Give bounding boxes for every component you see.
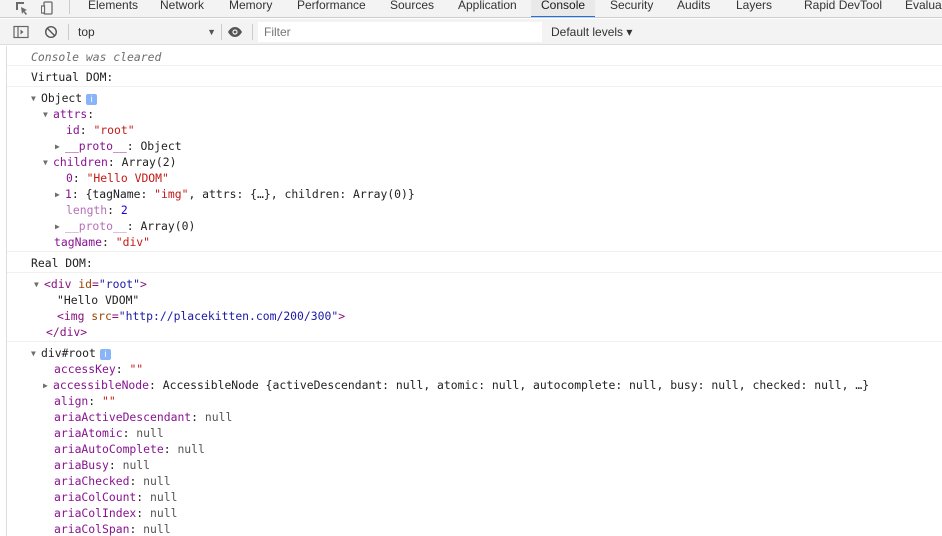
inspect-element-icon[interactable] (14, 0, 30, 16)
dom-close-div: </div> (46, 325, 88, 339)
filter-input[interactable] (258, 22, 542, 42)
console-toolbar: top ▼ Default levels ▾ (0, 19, 942, 45)
tabbar-separator (69, 0, 70, 14)
message-divider (7, 272, 942, 273)
tab-sources[interactable]: Sources (388, 0, 436, 17)
expanded-triangle-icon[interactable]: ▼ (43, 107, 53, 123)
message-divider (7, 341, 942, 342)
tab-layers[interactable]: Layers (734, 0, 774, 17)
dom-node-div-root[interactable]: ▼ <div id="root"> (34, 276, 147, 292)
tree-node-child-1[interactable]: ▶ 1: {tagName: "img", attrs: {…}, childre… (55, 186, 415, 202)
collapsed-triangle-icon[interactable]: ▶ (55, 139, 65, 155)
tab-network[interactable]: Network (158, 0, 206, 17)
live-expression-eye-icon[interactable] (227, 23, 243, 41)
tree-prop-length: length: 2 (66, 203, 128, 217)
toolbar-separator (221, 24, 222, 40)
tree-node-accessiblenode[interactable]: ▶ accessibleNode: AccessibleNode {activeD… (43, 377, 869, 393)
tree-prop-id: id: "root" (66, 123, 135, 137)
context-selector[interactable]: top ▼ (78, 23, 216, 41)
tree-prop-child-0: 0: "Hello VDOM" (66, 171, 169, 185)
tree-prop-aria: ariaColCount: null (54, 490, 178, 504)
clear-console-icon[interactable] (44, 23, 58, 41)
tab-rapid-devtool[interactable]: Rapid DevTool (802, 0, 884, 17)
collapsed-triangle-icon[interactable]: ▶ (43, 378, 53, 394)
console-cleared-message: Console was cleared (31, 50, 162, 64)
toolbar-separator (68, 24, 69, 40)
tree-node-proto[interactable]: ▶ __proto__: Object (55, 138, 182, 154)
tree-prop-aria: ariaActiveDescendant: null (54, 410, 233, 424)
tab-performance[interactable]: Performance (295, 0, 368, 17)
message-divider (7, 65, 942, 66)
tree-prop-tagname: tagName: "div" (54, 235, 151, 249)
log-levels-dropdown[interactable]: Default levels ▾ (551, 23, 632, 41)
info-icon: i (86, 94, 98, 105)
toolbar-separator (252, 24, 253, 40)
expanded-triangle-icon[interactable]: ▼ (43, 155, 53, 171)
tree-prop-aria: ariaAutoComplete: null (54, 442, 205, 456)
device-toolbar-icon[interactable] (40, 0, 56, 16)
tree-node-children[interactable]: ▼ children: Array(2) (43, 154, 176, 170)
tree-prop-aria: ariaColIndex: null (54, 506, 178, 520)
divroot-tree-root[interactable]: ▼ div#root i (31, 345, 111, 361)
info-icon: i (99, 349, 111, 360)
console-output: Console was cleared Virtual DOM: ▼ Object… (6, 46, 942, 536)
devtools-tabbar: Elements Network Memory Performance Sour… (0, 0, 942, 18)
context-selector-value: top (78, 25, 95, 39)
dom-node-img[interactable]: <img src="http://placekitten.com/200/300… (57, 308, 345, 324)
tree-prop-aria: ariaAtomic: null (54, 426, 164, 440)
tree-prop-aria: ariaColSpan: null (54, 522, 171, 536)
tree-prop-align: align: "" (54, 394, 116, 408)
message-divider (7, 251, 942, 252)
tree-prop-aria: ariaBusy: null (54, 458, 151, 472)
dropdown-arrow-icon: ▼ (207, 27, 216, 37)
message-divider (7, 86, 942, 87)
tree-prop-accesskey: accessKey: "" (54, 362, 144, 376)
collapsed-triangle-icon[interactable]: ▶ (55, 187, 65, 203)
sidebar-toggle-icon[interactable] (13, 23, 29, 41)
expanded-triangle-icon[interactable]: ▼ (31, 346, 41, 362)
tab-evaluate[interactable]: Evalua (903, 0, 942, 17)
tab-memory[interactable]: Memory (227, 0, 274, 17)
real-dom-label: Real DOM: (31, 256, 93, 270)
tab-elements[interactable]: Elements (86, 0, 140, 17)
virtual-dom-label: Virtual DOM: (31, 70, 114, 84)
tab-application[interactable]: Application (456, 0, 519, 17)
tab-console[interactable]: Console (531, 0, 596, 17)
tab-audits[interactable]: Audits (675, 0, 712, 17)
tree-node-attrs[interactable]: ▼ attrs: (43, 106, 94, 122)
tab-security[interactable]: Security (608, 0, 655, 17)
dom-text-node: "Hello VDOM" (57, 293, 140, 307)
tree-prop-aria: ariaChecked: null (54, 474, 171, 488)
expanded-triangle-icon[interactable]: ▼ (31, 91, 41, 107)
collapsed-triangle-icon[interactable]: ▶ (55, 219, 65, 235)
object-tree-root[interactable]: ▼ Object i (31, 90, 98, 107)
expanded-triangle-icon[interactable]: ▼ (34, 277, 44, 293)
tree-node-array-proto[interactable]: ▶ __proto__: Array(0) (55, 218, 195, 234)
